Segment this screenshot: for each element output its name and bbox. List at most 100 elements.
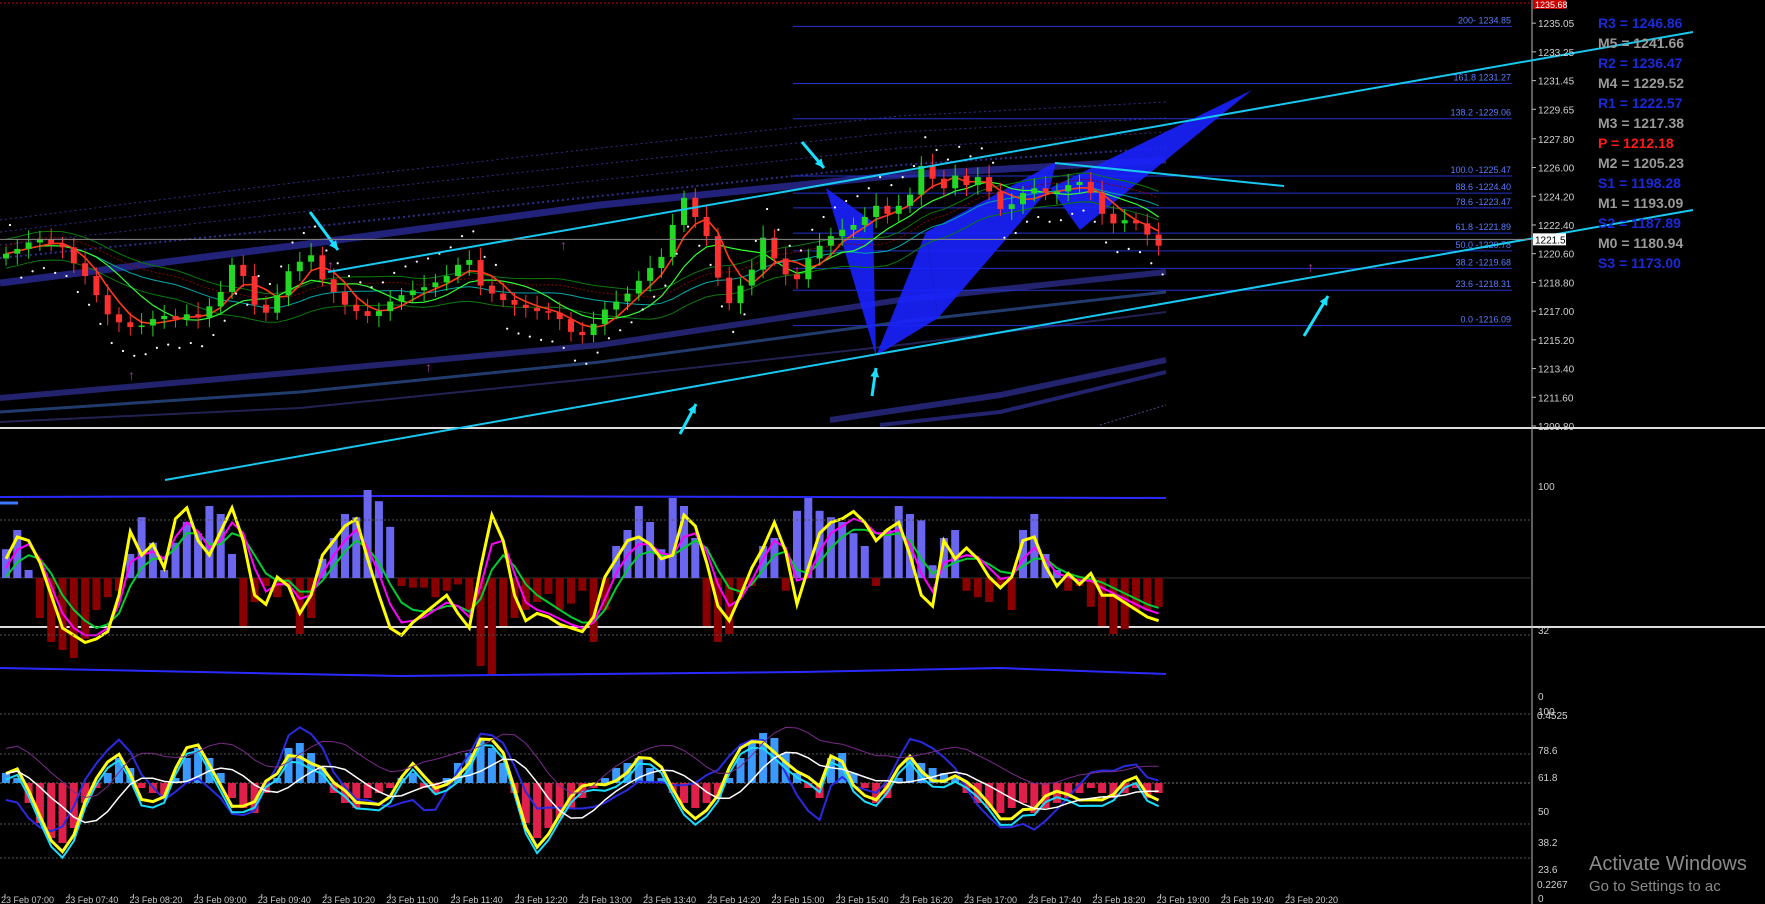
fib-level-label: 161.8 1231.27 [1453, 72, 1511, 82]
candle-body [884, 205, 891, 214]
price-tick-label: 1222.40 [1538, 221, 1575, 232]
candle-body [522, 304, 529, 308]
osc1-bar [69, 578, 78, 658]
sar-dot [1150, 262, 1153, 265]
sar-dot [924, 136, 927, 139]
sar-dot [167, 343, 170, 346]
candle-body [534, 307, 541, 312]
osc1-bar [634, 506, 643, 578]
osc1-bar [499, 578, 508, 626]
pivot-label: M2 = 1205.23 [1598, 155, 1684, 171]
osc1-bar [397, 578, 406, 586]
candle-body [579, 331, 586, 336]
osc2-tick-label: 23.6 [1538, 865, 1558, 876]
osc1-bar [386, 526, 395, 578]
candle-body [466, 260, 473, 265]
price-tick-label: 1227.80 [1538, 135, 1575, 146]
sar-dot [1127, 247, 1130, 251]
sar-dot [1025, 220, 1029, 223]
sar-dot [257, 274, 260, 278]
sar-dot [879, 176, 882, 179]
osc2-tick-label: 61.8 [1538, 773, 1558, 784]
sar-dot [99, 322, 102, 325]
sar-dot [969, 155, 972, 158]
osc1-bar [962, 578, 971, 591]
sar-dot [573, 359, 577, 362]
price-tick-label: 1226.00 [1538, 164, 1575, 175]
sar-dot [890, 183, 893, 187]
trading-chart[interactable]: 200- 1234.85 161.8 1231.27 138.2 -1229.06 1… [0, 0, 1765, 904]
candle-body [1099, 193, 1106, 214]
candle-body [1076, 181, 1083, 186]
sar-dot [1116, 250, 1119, 254]
candle-body [794, 274, 800, 280]
candle-body [805, 258, 812, 280]
time-tick-label: 23 Feb 07:40 [65, 895, 118, 904]
candle-body [116, 314, 122, 323]
sar-dot [1082, 209, 1085, 212]
time-tick-label: 23 Feb 19:00 [1157, 895, 1210, 904]
fib-level-label: 138.2 -1229.06 [1450, 108, 1511, 118]
osc1-tick-label: 32 [1538, 626, 1550, 637]
pivot-label: R1 = 1222.57 [1598, 95, 1683, 111]
sar-dot [325, 249, 328, 252]
price-tick-label: 1211.60 [1538, 393, 1574, 404]
candle-body [364, 311, 371, 316]
sar-dot [754, 239, 757, 243]
sar-dot [958, 145, 961, 148]
osc1-bar [92, 578, 101, 610]
time-tick-label: 23 Feb 15:00 [771, 895, 824, 904]
sar-dot [201, 345, 204, 348]
candle-body [375, 311, 382, 316]
fractal-marker: ↑ [128, 367, 135, 383]
candle-body [421, 287, 428, 291]
candle-body [1008, 204, 1015, 210]
candle-body [319, 255, 326, 280]
sar-dot [901, 176, 904, 179]
candle-body [161, 315, 168, 320]
osc2-top-value: 0.4525 [1537, 711, 1568, 722]
sar-dot [54, 271, 57, 274]
sar-dot [607, 337, 611, 340]
sar-dot [393, 271, 396, 274]
time-tick-label: 23 Feb 12:20 [515, 895, 568, 904]
candle-body [861, 217, 868, 225]
candle-body [918, 165, 925, 195]
osc1-bar [781, 578, 790, 591]
osc1-bar [849, 533, 858, 578]
sar-dot [811, 228, 814, 231]
osc1-bar [1154, 578, 1163, 607]
sar-dot [743, 313, 746, 316]
price-tick-label: 1215.20 [1538, 336, 1575, 347]
sar-dot [562, 346, 565, 349]
sar-dot [302, 231, 305, 235]
candle-body [14, 248, 21, 254]
sar-dot [912, 164, 916, 168]
pivot-label: M3 = 1217.38 [1598, 115, 1684, 131]
candle-body [195, 314, 202, 318]
sar-dot [359, 281, 362, 284]
osc1-bar [533, 578, 542, 602]
candle-body [839, 229, 846, 237]
sar-dot [1014, 231, 1017, 235]
candle-body [93, 276, 100, 296]
sar-dot [946, 158, 950, 161]
sar-dot [31, 270, 34, 273]
osc1-bar [442, 578, 451, 591]
sar-dot [766, 207, 769, 211]
osc2-tick-label: 78.6 [1538, 746, 1558, 757]
candle-body [703, 217, 710, 237]
candle-body [262, 304, 269, 313]
osc1-bar [838, 522, 847, 578]
sar-dot [404, 265, 407, 268]
price-tick-label: 1220.60 [1538, 250, 1575, 261]
osc2-bar [996, 783, 1005, 813]
pivot-label: M4 = 1229.52 [1598, 75, 1684, 91]
sar-dot [686, 225, 690, 228]
candle-body [647, 268, 654, 281]
osc1-bar [487, 578, 496, 674]
fib-level-label: 78.6 -1223.47 [1455, 197, 1511, 207]
pivot-label: M1 = 1193.09 [1598, 195, 1683, 211]
candle-body [771, 237, 778, 259]
candle-body [1087, 181, 1094, 194]
